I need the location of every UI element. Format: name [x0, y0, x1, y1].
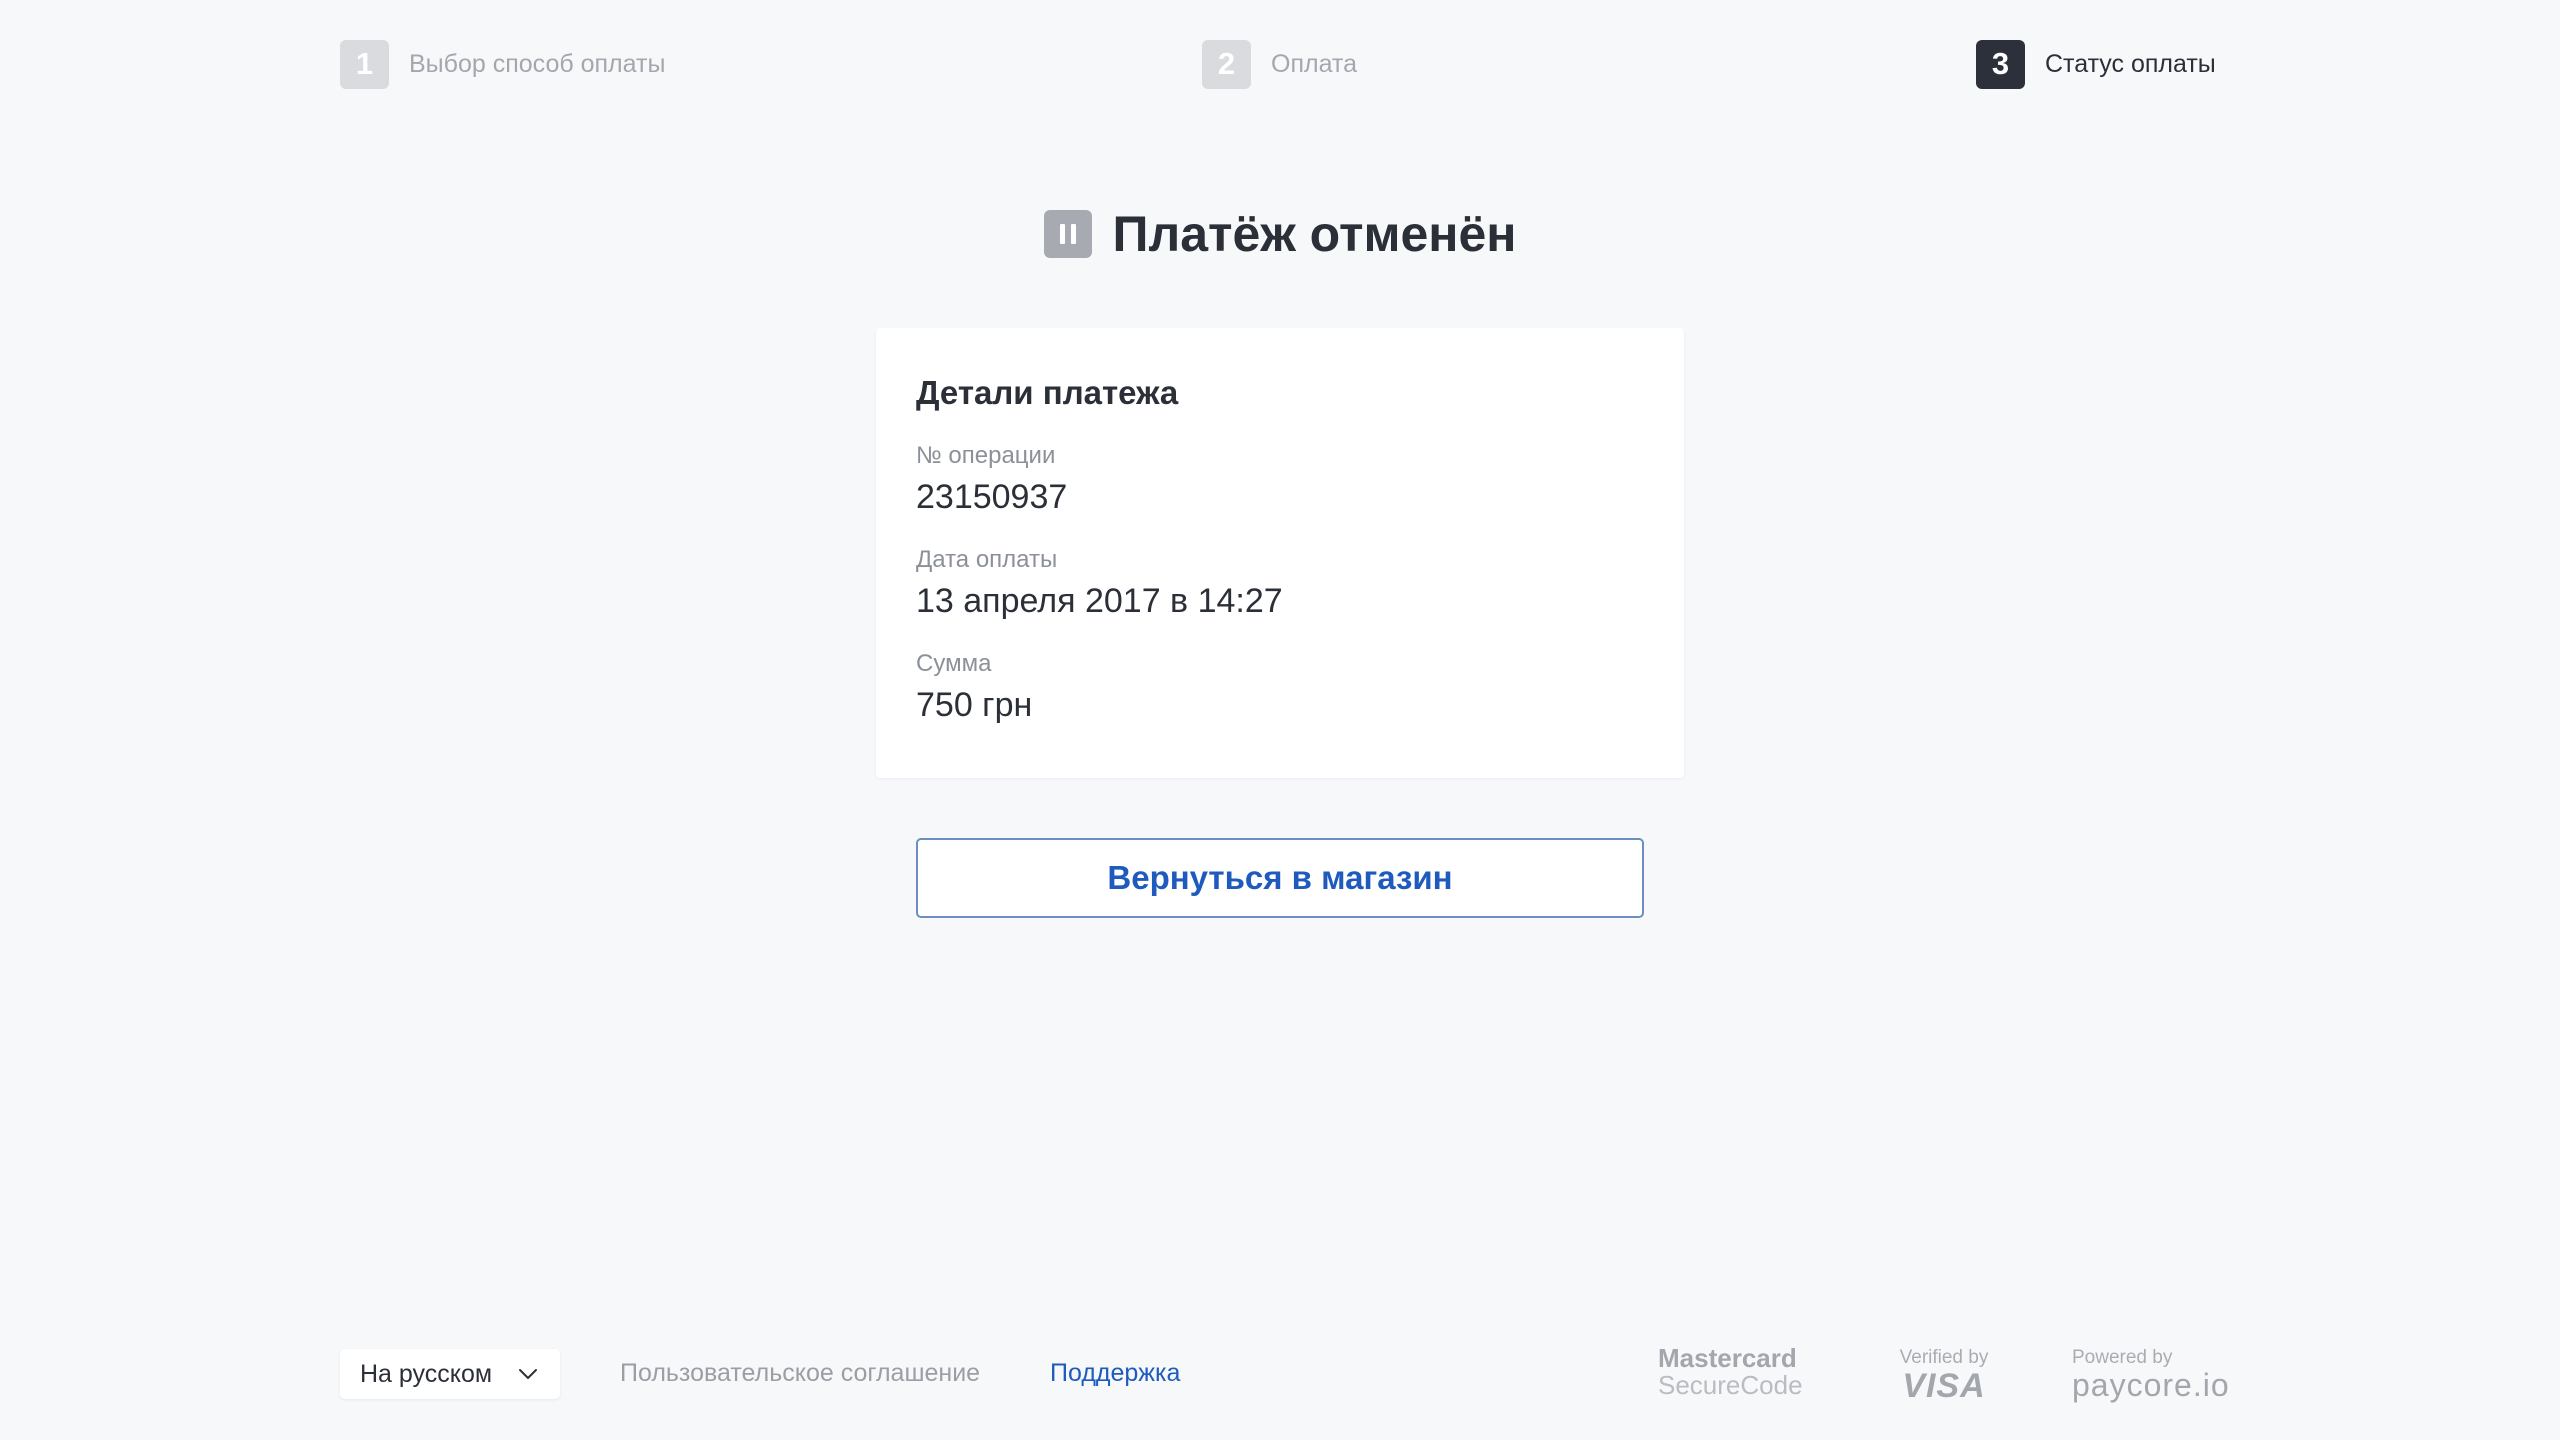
amount-label: Сумма [916, 650, 992, 677]
language-select[interactable]: На русском [340, 1349, 560, 1399]
powered-by-paycore-logo: Powered by paycore.io [2072, 1347, 2230, 1403]
step-payment-status: 3 Статус оплаты [1976, 39, 2216, 89]
card-title: Детали платежа [916, 374, 1179, 411]
chevron-down-icon [519, 1369, 537, 1379]
step-number: 1 [340, 39, 389, 89]
step-label: Оплата [1271, 49, 1357, 78]
payment-date-value: 13 апреля 2017 в 14:27 [916, 582, 1283, 620]
pause-icon [1043, 210, 1092, 258]
support-link[interactable]: Поддержка [1050, 1359, 1180, 1388]
step-label: Статус оплаты [2045, 49, 2216, 78]
amount-value: 750 грн [916, 686, 1033, 724]
payment-date-label: Дата оплаты [916, 546, 1058, 573]
operation-number-value: 23150937 [916, 478, 1068, 516]
payment-status-page: 1 Выбор способ оплаты 2 Оплата 3 Статус … [0, 0, 2560, 1440]
mastercard-securecode-logo: Mastercard SecureCode [1658, 1343, 1803, 1401]
verified-by-visa-logo: Verified by VISA [1899, 1347, 1989, 1405]
step-payment: 2 Оплата [1202, 39, 1357, 89]
payment-details-card: Детали платежа № операции 23150937 Дата … [876, 328, 1684, 778]
status-title: Платёж отменён [1112, 206, 1517, 262]
language-selected: На русском [360, 1359, 493, 1388]
step-number: 2 [1202, 39, 1251, 89]
step-number: 3 [1976, 39, 2025, 89]
step-select-method: 1 Выбор способ оплаты [340, 39, 665, 89]
step-label: Выбор способ оплаты [409, 49, 666, 78]
operation-number-label: № операции [916, 442, 1056, 469]
status-heading: Платёж отменён [0, 205, 2560, 263]
user-agreement-link[interactable]: Пользовательское соглашение [620, 1359, 980, 1388]
return-to-shop-button[interactable]: Вернуться в магазин [916, 838, 1644, 918]
